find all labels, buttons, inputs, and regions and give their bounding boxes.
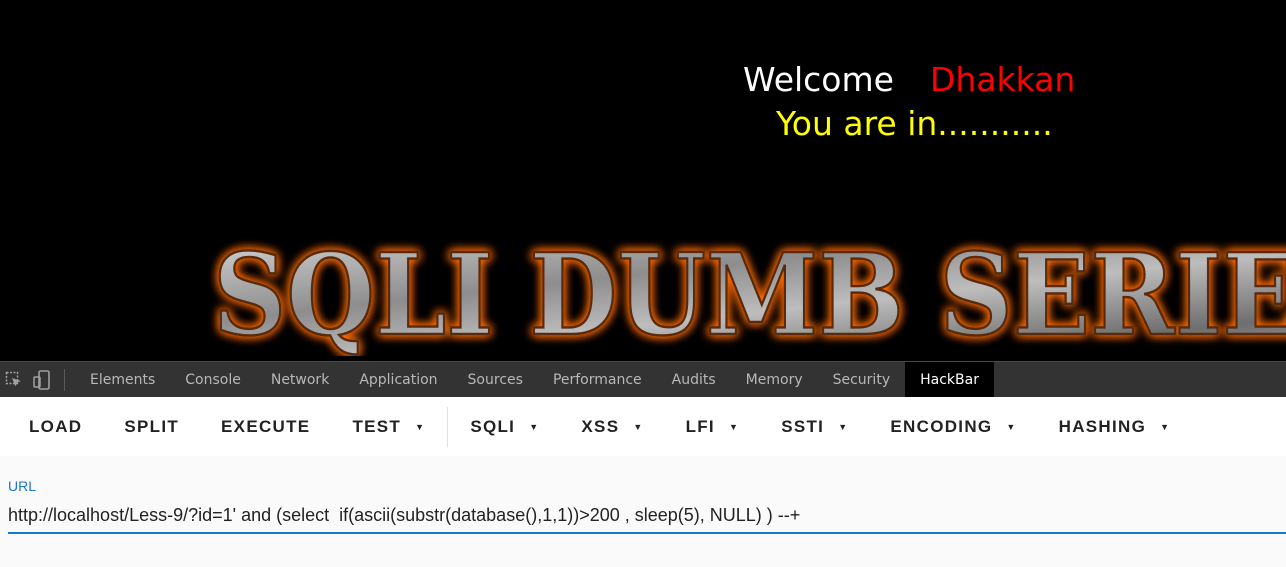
tab-security[interactable]: Security xyxy=(818,362,906,398)
execute-button[interactable]: EXECUTE xyxy=(200,407,331,447)
url-panel: URL xyxy=(0,456,1286,567)
test-label: TEST xyxy=(352,416,402,436)
xss-label: XSS xyxy=(581,416,620,436)
sqli-label: SQLI xyxy=(470,416,516,436)
ssti-label: SSTI xyxy=(781,416,825,436)
load-label: LOAD xyxy=(29,416,83,436)
encoding-label: ENCODING xyxy=(890,416,993,436)
tab-separator xyxy=(64,368,65,391)
tab-hackbar[interactable]: HackBar xyxy=(905,361,994,398)
caret-down-icon: ▼ xyxy=(1006,421,1017,432)
toolbar-divider xyxy=(447,406,449,447)
url-input[interactable] xyxy=(8,498,1286,534)
ssti-menu-button[interactable]: SSTI ▼ xyxy=(760,407,869,447)
banner-text: SQLI DUMB SERIES xyxy=(213,230,1286,356)
caret-down-icon: ▼ xyxy=(529,421,540,432)
caret-down-icon: ▼ xyxy=(838,421,849,432)
url-label: URL xyxy=(8,478,37,494)
tab-elements[interactable]: Elements xyxy=(75,362,170,398)
tab-network[interactable]: Network xyxy=(256,362,344,398)
load-button[interactable]: LOAD xyxy=(8,407,103,447)
test-menu-button[interactable]: TEST ▼ xyxy=(331,407,446,447)
page-viewport: Welcome Dhakkan You are in........... SQ… xyxy=(0,0,1286,361)
split-button[interactable]: SPLIT xyxy=(103,407,200,447)
caret-down-icon: ▼ xyxy=(633,421,644,432)
tab-performance[interactable]: Performance xyxy=(538,362,657,398)
device-toolbar-icon[interactable] xyxy=(28,362,56,398)
caret-down-icon: ▼ xyxy=(728,421,740,432)
caret-down-icon: ▼ xyxy=(1160,421,1171,432)
tab-application[interactable]: Application xyxy=(344,362,452,398)
tab-sources[interactable]: Sources xyxy=(453,362,538,398)
login-status-text: You are in........... xyxy=(776,104,1053,143)
tab-console[interactable]: Console xyxy=(170,362,256,398)
lfi-label: LFI xyxy=(685,416,715,436)
inspect-element-icon[interactable] xyxy=(0,362,28,398)
browser-window: Welcome Dhakkan You are in........... SQ… xyxy=(0,0,1286,567)
encoding-menu-button[interactable]: ENCODING ▼ xyxy=(869,407,1037,447)
welcome-text: Welcome xyxy=(743,60,894,99)
sqli-banner-image: SQLI DUMB SERIES xyxy=(212,229,1286,356)
username-text: Dhakkan xyxy=(929,60,1076,99)
sqli-menu-button[interactable]: SQLI ▼ xyxy=(449,407,560,447)
hashing-label: HASHING xyxy=(1058,416,1147,436)
hashing-menu-button[interactable]: HASHING ▼ xyxy=(1038,407,1192,447)
hackbar-toolbar: LOAD SPLIT EXECUTE TEST ▼ SQLI ▼ XSS ▼ LFI ▼… xyxy=(0,397,1286,456)
execute-label: EXECUTE xyxy=(221,416,311,436)
split-label: SPLIT xyxy=(124,416,180,436)
lfi-menu-button[interactable]: LFI ▼ xyxy=(665,407,761,447)
caret-down-icon: ▼ xyxy=(415,421,426,432)
tab-memory[interactable]: Memory xyxy=(731,362,818,398)
devtools-tab-bar: Elements Console Network Application Sou… xyxy=(0,361,1286,398)
tab-audits[interactable]: Audits xyxy=(657,362,731,398)
welcome-line: Welcome Dhakkan xyxy=(743,58,1075,102)
xss-menu-button[interactable]: XSS ▼ xyxy=(560,407,664,447)
